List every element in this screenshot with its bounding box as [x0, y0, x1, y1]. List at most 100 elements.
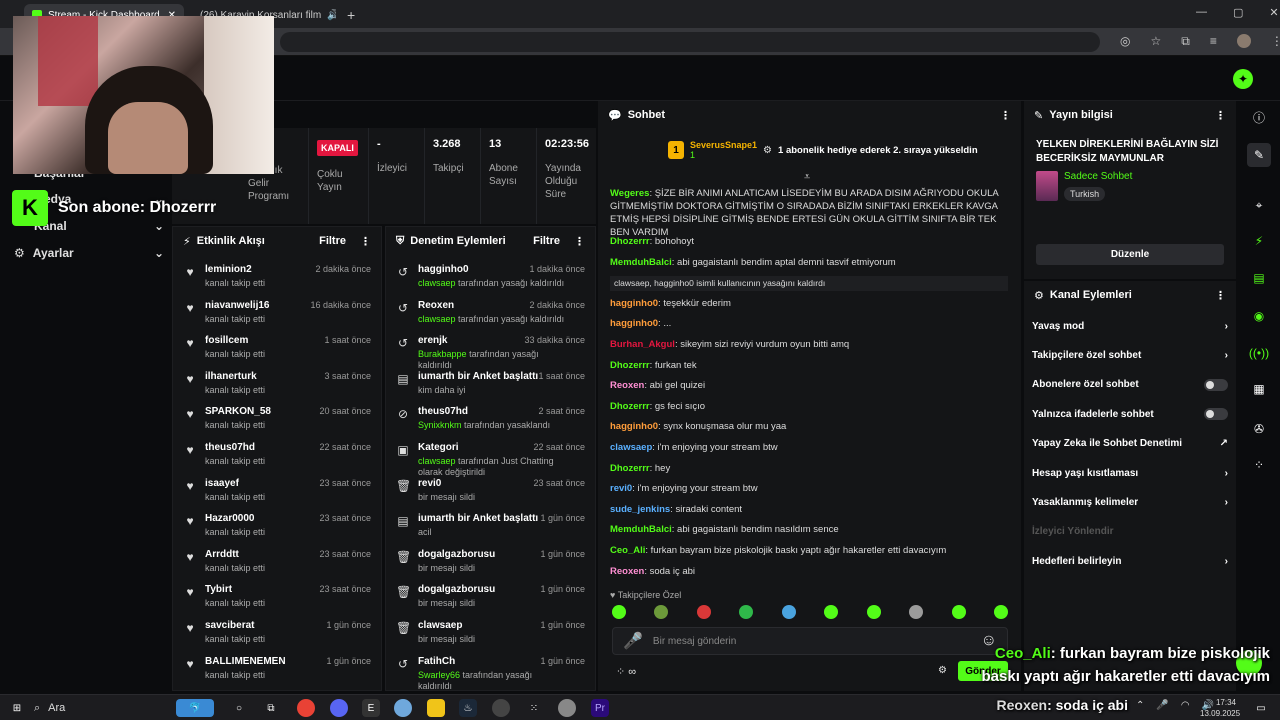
maximize-icon[interactable]: ▢: [1233, 6, 1243, 19]
emote-icon[interactable]: [993, 605, 1008, 619]
activity-user[interactable]: savciberat: [205, 620, 265, 631]
chat-message[interactable]: Wegeres: ŞİZE BİR ANIMI ANLATICAM LİSEDE…: [610, 187, 1008, 239]
chat-username[interactable]: Dhozerrr: [610, 463, 650, 474]
chevron-up-icon[interactable]: ⌃: [1136, 700, 1144, 711]
more-icon[interactable]: ⋮: [1000, 109, 1011, 122]
steam-icon[interactable]: ♨: [459, 699, 477, 717]
emote-icon[interactable]: [654, 605, 669, 619]
chat-username[interactable]: Reoxen: [610, 566, 644, 577]
activity-item[interactable]: ♥ fosillcem kanalı takip etti 1 saat önce: [173, 328, 381, 362]
crosshair-icon[interactable]: ⌖: [1247, 193, 1271, 217]
apps-icon[interactable]: ⁘: [1247, 453, 1271, 477]
new-tab-button[interactable]: +: [342, 4, 364, 26]
profile-avatar[interactable]: [1236, 34, 1251, 48]
discord-icon[interactable]: [330, 699, 348, 717]
premiere-icon[interactable]: Pr: [591, 699, 609, 717]
toggle-switch[interactable]: [1204, 378, 1228, 391]
url-field[interactable]: [280, 32, 1100, 52]
moderation-actor[interactable]: Swarley66: [418, 670, 460, 680]
gear-icon[interactable]: ⚙: [938, 665, 947, 676]
emote-icon[interactable]: [866, 605, 881, 619]
moderation-item[interactable]: 🗑 clawsaep bir mesajı sildi 1 gün önce: [386, 613, 595, 647]
chat-message[interactable]: MemduhBalci: abi gagaistanlı bendim apta…: [610, 256, 1008, 269]
chat-message[interactable]: Reoxen: abi gel quizei: [610, 379, 1008, 392]
chat-message[interactable]: revi0: i'm enjoying your stream btw: [610, 482, 1008, 495]
task-view-icon[interactable]: ○: [230, 699, 248, 717]
filter-button[interactable]: Filtre: [319, 235, 346, 247]
chat-username[interactable]: Dhozerrr: [610, 236, 650, 247]
chat-message[interactable]: clawsaep: i'm enjoying your stream btw: [610, 441, 1008, 454]
moderation-item[interactable]: ▤ iumarth bir Anket başlattı kim daha iyi 1…: [386, 364, 595, 398]
stream-category[interactable]: Sadece Sohbet: [1064, 171, 1132, 182]
emote-icon[interactable]: [612, 605, 626, 619]
pinned-user[interactable]: SeverusSnape1: [690, 140, 757, 150]
clipboard-icon[interactable]: ▤: [1247, 266, 1271, 290]
chat-message[interactable]: hagginho0: ...: [610, 317, 1008, 330]
pencil-icon[interactable]: ✎: [1247, 143, 1271, 167]
chat-username[interactable]: hagginho0: [610, 421, 658, 432]
chat-message[interactable]: hagginho0: synx konuşmasa olur mu yaa: [610, 420, 1008, 433]
edit-button[interactable]: Düzenle: [1036, 244, 1224, 265]
activity-user[interactable]: BALLIMENEMEN: [205, 656, 286, 667]
chat-message[interactable]: Reoxen: soda iç abi: [610, 565, 1008, 578]
moderation-item[interactable]: ↺ Reoxen clawsaep tarafından yasağı kaldır…: [386, 293, 595, 327]
dolphin-widget-icon[interactable]: 🐬: [176, 699, 214, 717]
taskbar-search[interactable]: ⌕ Ara: [34, 698, 164, 718]
channel-action-item[interactable]: Yasaklanmış kelimeler ›: [1032, 491, 1228, 513]
sidebar-item-settings[interactable]: ⚙ Ayarlar ⌄: [14, 243, 164, 263]
channel-action-item[interactable]: Yavaş mod ›: [1032, 315, 1228, 337]
info-icon[interactable]: ⓘ: [1247, 105, 1271, 129]
chat-input[interactable]: 🎤 Bir mesaj gönderin ☺: [612, 627, 1008, 655]
filter-button[interactable]: Filtre: [533, 235, 560, 247]
more-icon[interactable]: ⋮: [574, 235, 585, 248]
moderation-item[interactable]: ▣ Kategori clawsaep tarafından Just Chatti…: [386, 435, 595, 477]
chat-message[interactable]: Dhozerrr: gs feci sıçıo: [610, 400, 1008, 413]
epic-games-icon[interactable]: E: [362, 699, 380, 717]
activity-item[interactable]: ♥ leminion2 kanalı takip etti 2 dakika önce: [173, 257, 381, 291]
activity-user[interactable]: leminion2: [205, 264, 265, 275]
emote-icon[interactable]: [739, 605, 754, 619]
activity-user[interactable]: SPARKON_58: [205, 406, 271, 417]
chat-message[interactable]: hagginho0: teşekkür ederim: [610, 297, 1008, 310]
activity-item[interactable]: ♥ SPARKON_58 kanalı takip etti 20 saat önce: [173, 399, 381, 433]
activity-user[interactable]: Hazar0000: [205, 513, 265, 524]
moderation-item[interactable]: ▤ iumarth bir Anket başlattı acil 1 gün önc…: [386, 506, 595, 540]
chat-tools-icon[interactable]: ⁘ ∞: [616, 665, 636, 678]
bolt-icon[interactable]: ⚡: [1247, 229, 1271, 253]
chat-message[interactable]: sude_jenkins: siradaki content: [610, 503, 1008, 516]
close-window-icon[interactable]: ✕: [1269, 6, 1278, 19]
chat-message[interactable]: Ceo_Ali: furkan bayram bize piskolojik b…: [610, 544, 1008, 557]
chat-icon[interactable]: ◉: [1247, 304, 1271, 328]
emote-icon[interactable]: [909, 605, 924, 619]
broadcast-icon[interactable]: ((•)): [1247, 341, 1271, 365]
moderation-item[interactable]: 🗑 dogalgazborusu bir mesajı sildi 1 gün önc…: [386, 542, 595, 576]
media-icon[interactable]: ≡: [1210, 34, 1217, 49]
clock[interactable]: 17:34 13.09.2025: [1200, 697, 1240, 719]
channel-action-item[interactable]: Takipçilere özel sohbet ›: [1032, 344, 1228, 366]
apps-grid-icon[interactable]: ⁙: [525, 699, 543, 717]
mic-icon[interactable]: 🎤: [623, 631, 643, 651]
chevron-down-icon[interactable]: ⩡: [804, 171, 810, 184]
moderation-item[interactable]: ↺ erenjk Burakbappe tarafından yasağı kald…: [386, 328, 595, 370]
more-icon[interactable]: ⋮: [360, 235, 371, 248]
moderation-item[interactable]: ⊘ theus07hd Synixknkm tarafından yasakland…: [386, 399, 595, 433]
user-avatar[interactable]: ✦: [1233, 69, 1253, 89]
moderation-actor[interactable]: Burakbappe: [418, 349, 467, 359]
moderation-item[interactable]: 🗑 revi0 bir mesajı sildi 23 saat önce: [386, 471, 595, 505]
toggle-switch[interactable]: [1204, 408, 1228, 421]
more-icon[interactable]: ⋮: [1215, 289, 1226, 302]
activity-user[interactable]: theus07hd: [205, 442, 265, 453]
desktop-icon[interactable]: ⧉: [262, 699, 280, 717]
moderation-item[interactable]: ↺ hagginho0 clawsaep tarafından yasağı kal…: [386, 257, 595, 291]
windows-start-icon[interactable]: ⊞: [8, 699, 26, 717]
activity-user[interactable]: niavanwelij16: [205, 300, 269, 311]
chat-username[interactable]: MemduhBalci: [610, 257, 672, 268]
eye-off-icon[interactable]: ◎: [1120, 34, 1130, 49]
chat-username[interactable]: hagginho0: [610, 318, 658, 329]
chrome-icon[interactable]: [297, 699, 315, 717]
chat-message[interactable]: Dhozerrr: furkan tek: [610, 359, 1008, 372]
activity-item[interactable]: ♥ ilhanerturk kanalı takip etti 3 saat önce: [173, 364, 381, 398]
extensions-icon[interactable]: ⧉: [1181, 34, 1190, 49]
layout-icon[interactable]: ▦: [1247, 377, 1271, 401]
speaker-icon[interactable]: 🔊: [327, 10, 336, 21]
